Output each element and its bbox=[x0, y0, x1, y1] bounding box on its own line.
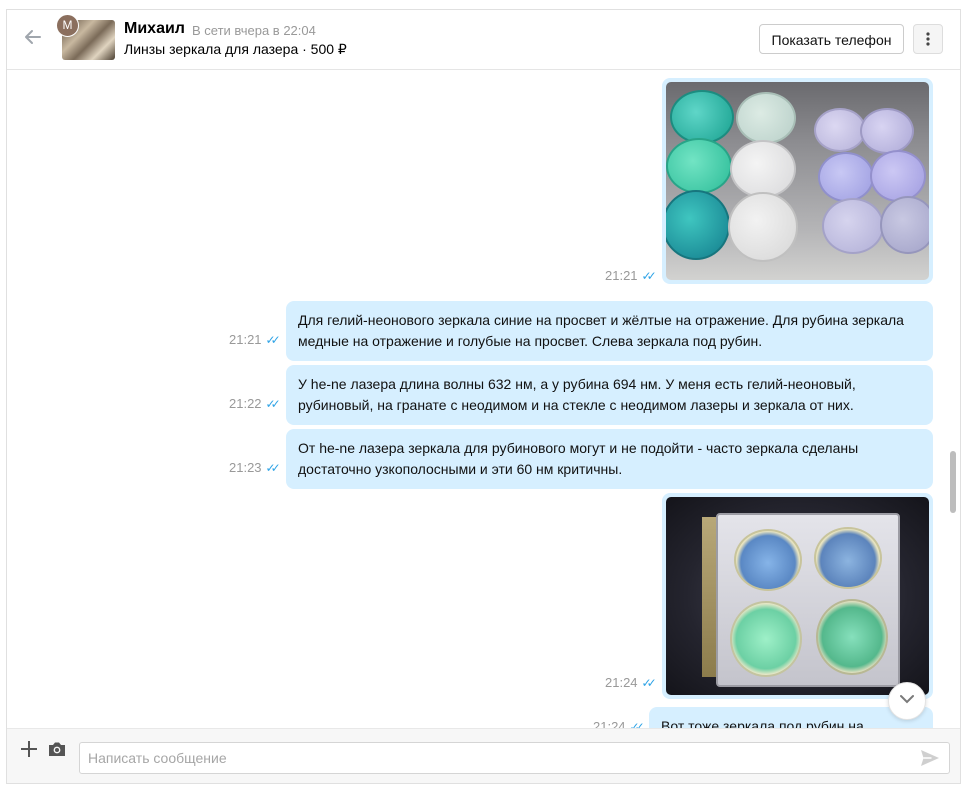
send-icon[interactable] bbox=[920, 749, 940, 767]
message-bubble[interactable]: У he-ne лазера длина волны 632 нм, а у р… bbox=[286, 365, 933, 425]
lens-mirrors-photo[interactable] bbox=[666, 82, 929, 280]
read-ticks-icon: ✓✓ bbox=[265, 461, 281, 475]
vertical-dots-icon[interactable] bbox=[913, 24, 943, 54]
lens-box-photo[interactable] bbox=[666, 497, 929, 695]
plus-icon[interactable] bbox=[19, 740, 39, 760]
message-input[interactable] bbox=[79, 742, 950, 774]
read-ticks-icon: ✓✓ bbox=[641, 269, 657, 283]
message-time: 21:21 ✓✓ bbox=[605, 268, 657, 283]
read-ticks-icon: ✓✓ bbox=[265, 397, 281, 411]
message-time: 21:23 ✓✓ bbox=[229, 460, 281, 475]
message-image-1[interactable] bbox=[662, 78, 933, 284]
chevron-down-icon bbox=[900, 695, 914, 704]
scroll-down-button[interactable] bbox=[888, 682, 926, 720]
message-list[interactable]: 21:21 ✓✓ Для гелий-неонового зеркала сини… bbox=[7, 71, 960, 728]
show-phone-button[interactable]: Показать телефон bbox=[759, 24, 904, 54]
message-time: 21:24 ✓✓ bbox=[605, 675, 657, 690]
read-ticks-icon: ✓✓ bbox=[265, 333, 281, 347]
message-time: 21:22 ✓✓ bbox=[229, 396, 281, 411]
scrollbar[interactable] bbox=[950, 451, 956, 513]
user-name[interactable]: Михаил bbox=[124, 20, 185, 38]
avatar[interactable]: М bbox=[56, 14, 79, 37]
message-bubble[interactable]: Для гелий-неонового зеркала синие на про… bbox=[286, 301, 933, 361]
message-composer bbox=[7, 728, 960, 783]
message-image-2[interactable] bbox=[662, 493, 933, 699]
listing-title[interactable]: Линзы зеркала для лазера · 500 ₽ bbox=[124, 41, 347, 58]
chat-header: М Михаил В сети вчера в 22:04 Линзы зерк… bbox=[7, 10, 960, 70]
read-ticks-icon: ✓✓ bbox=[641, 676, 657, 690]
chat-window: М Михаил В сети вчера в 22:04 Линзы зерк… bbox=[6, 9, 961, 784]
message-bubble[interactable]: От he-ne лазера зеркала для рубинового м… bbox=[286, 429, 933, 489]
camera-icon[interactable] bbox=[48, 741, 68, 761]
message-time: 21:21 ✓✓ bbox=[229, 332, 281, 347]
user-status: В сети вчера в 22:04 bbox=[192, 23, 316, 38]
message-time: 21:24 ✓✓ bbox=[593, 719, 645, 728]
read-ticks-icon: ✓✓ bbox=[629, 720, 645, 728]
arrow-left-icon[interactable] bbox=[21, 27, 45, 51]
